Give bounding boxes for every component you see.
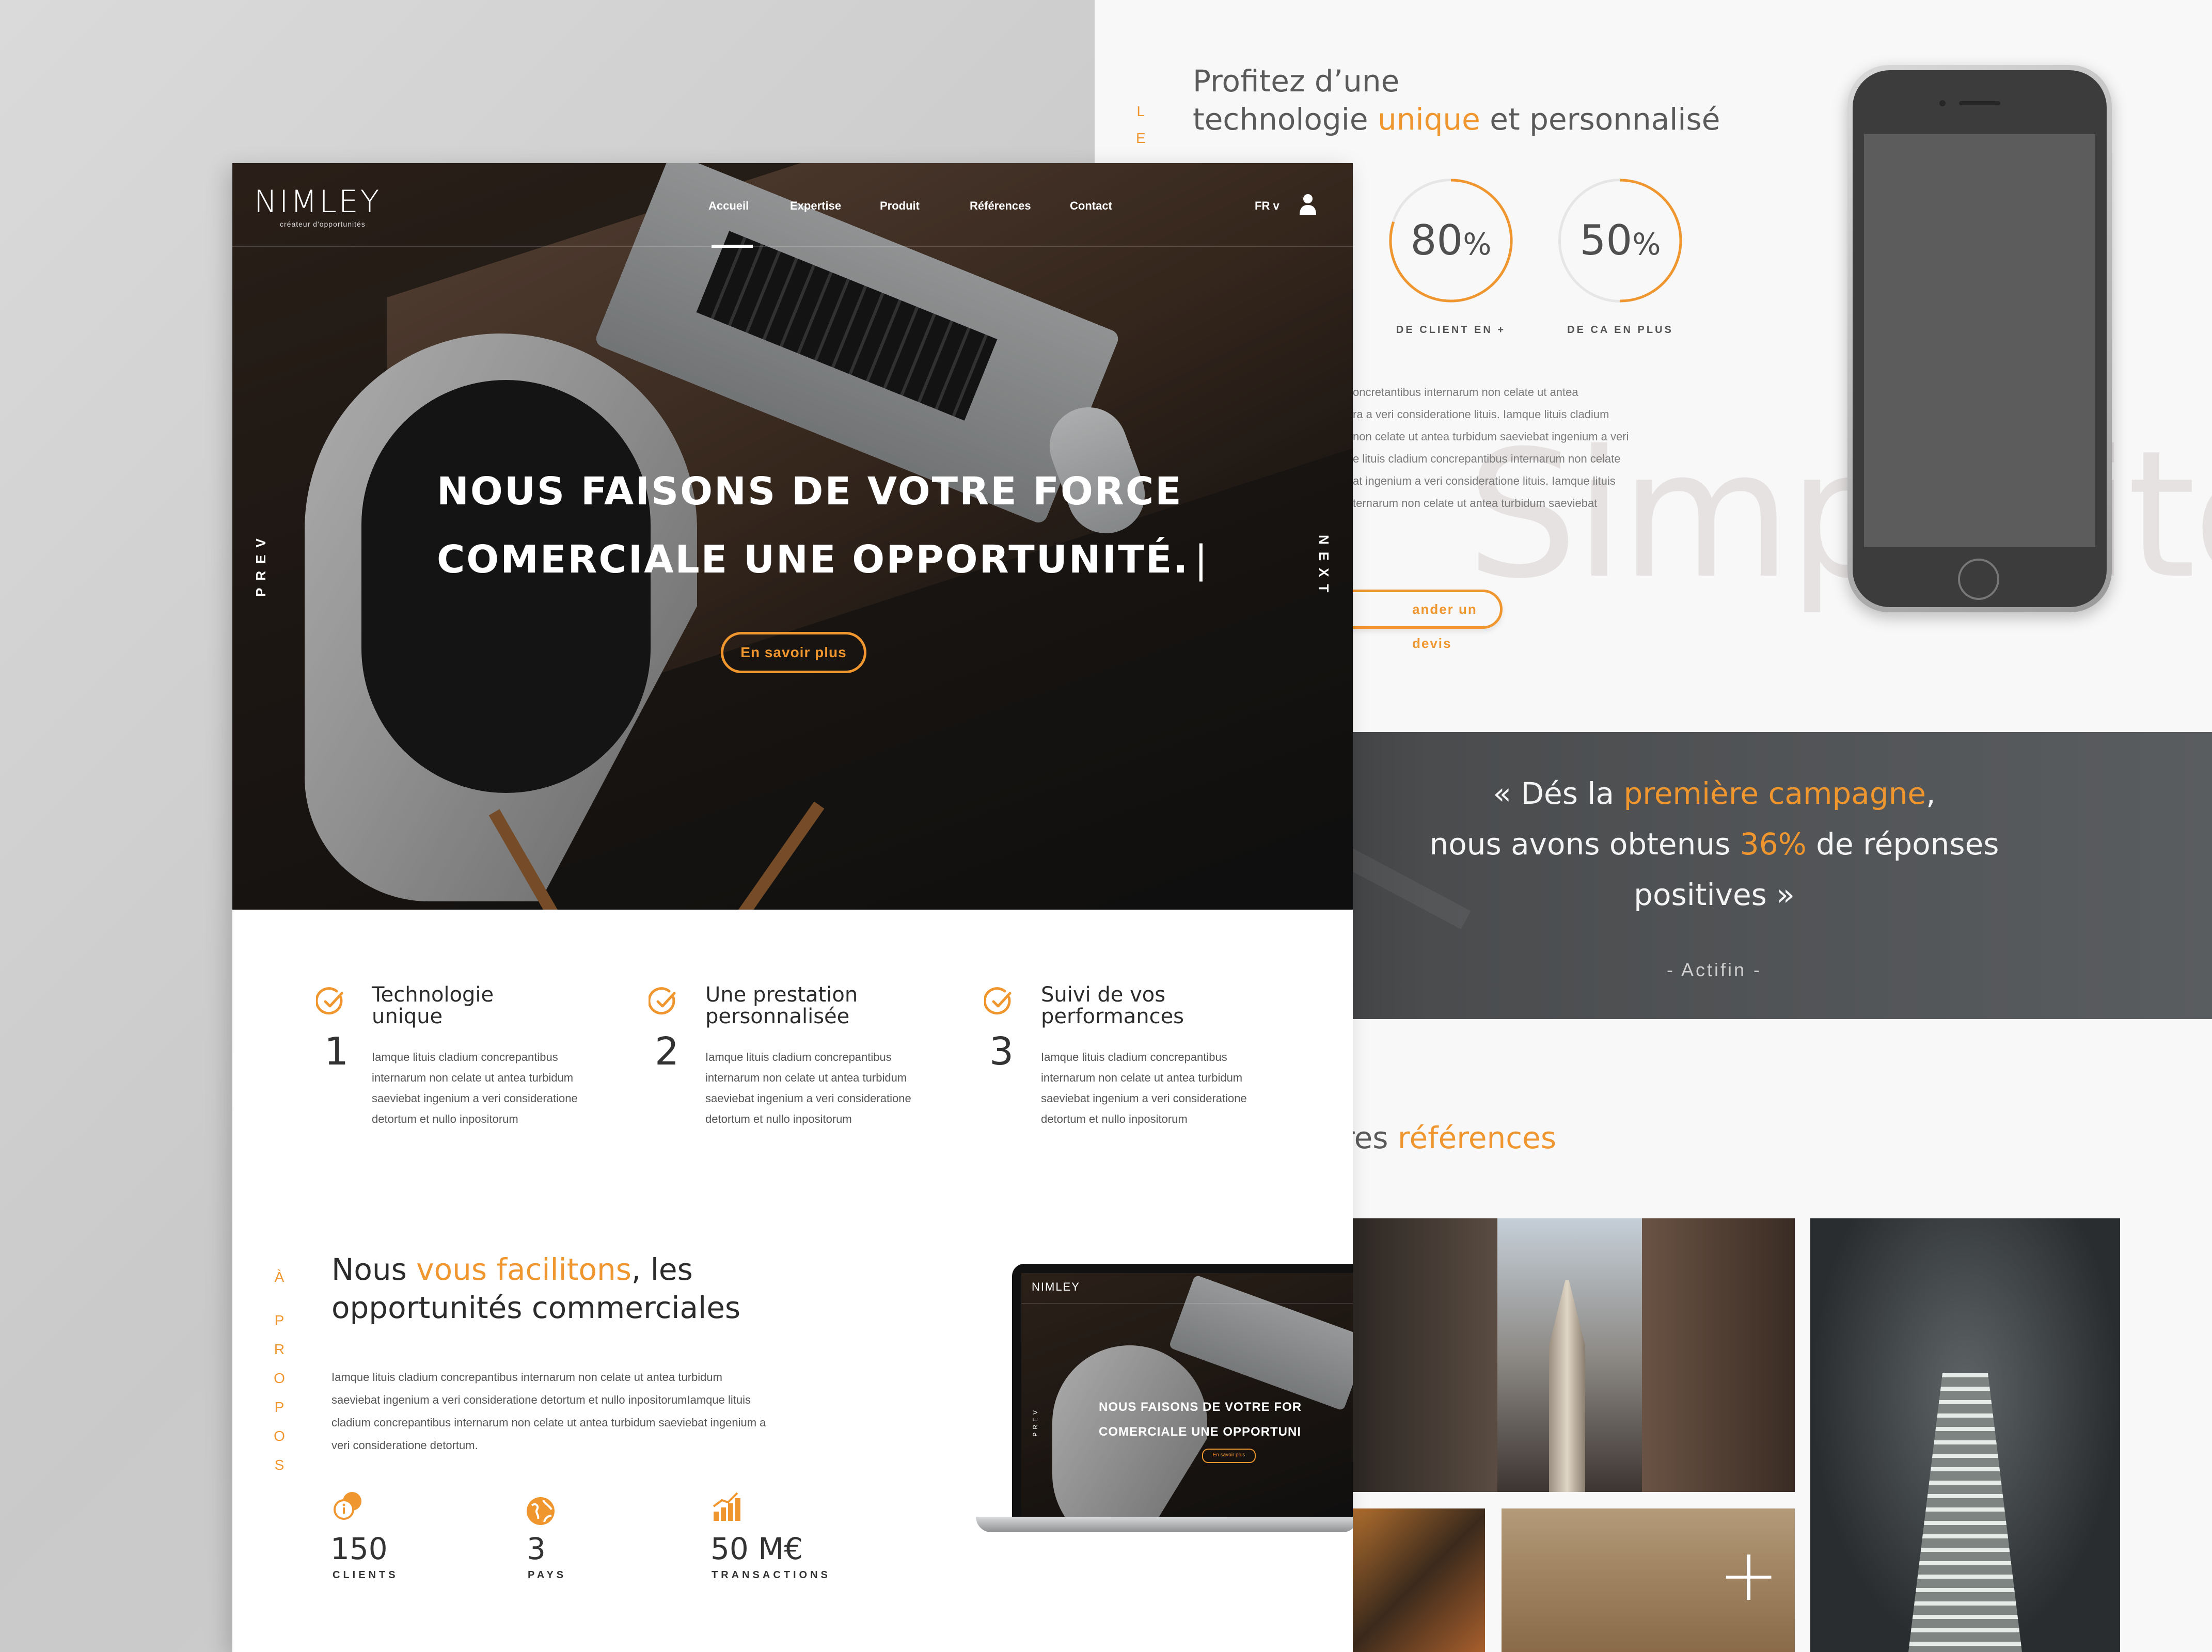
stat-circle-revenue: 50%: [1558, 179, 1682, 303]
mini-logo: NIMLEY: [1032, 1280, 1080, 1293]
learn-more-button[interactable]: En savoir plus: [721, 632, 866, 673]
growth-chart-icon: [713, 1492, 740, 1521]
mini-hero-line1: NOUS FAISONS DE VOTRE FOR: [1099, 1400, 1302, 1414]
reference-image-building[interactable]: +: [1502, 1508, 1795, 1652]
logo-tagline: créateur d'opportunités: [280, 220, 366, 228]
phone-mockup: [1847, 65, 2112, 612]
nav-divider: [232, 246, 1353, 247]
nav-item-produit[interactable]: Produit: [880, 199, 920, 213]
check-circle-icon: [984, 987, 1012, 1015]
stat-label: CLIENTS: [333, 1569, 399, 1581]
reference-image-fence[interactable]: [1353, 1508, 1485, 1652]
stat-label-clients: DE CLIENT EN +: [1396, 324, 1506, 336]
front-page-mockup: NIMLEY créateur d'opportunités Accueil E…: [232, 163, 1353, 1652]
check-circle-icon: [316, 987, 343, 1015]
camera-icon: [1939, 100, 1946, 106]
laptop-screen: NIMLEY NOUS FAISONS DE VOTRE FOR COMERCI…: [1012, 1264, 1353, 1517]
hero-section: NIMLEY créateur d'opportunités Accueil E…: [232, 163, 1353, 910]
feature-number: 2: [655, 1029, 680, 1074]
mini-cta: En savoir plus: [1202, 1449, 1256, 1463]
section-side-label: L E: [1136, 103, 1147, 146]
logo[interactable]: NIMLEY: [254, 184, 381, 220]
stat-circle-clients: 80%: [1389, 179, 1513, 303]
feature-number: 3: [989, 1029, 1014, 1074]
nav-item-references[interactable]: Références: [970, 199, 1031, 213]
stat-label: PAYS: [528, 1569, 567, 1581]
stat-number: 50 M€: [710, 1531, 803, 1566]
feature-title: Suivi de vos performances: [1041, 983, 1184, 1028]
stats-description: oncretantibus internarum non celate ut a…: [1353, 386, 1629, 510]
feature-description: Iamque lituis cladium concrepantibus int…: [705, 1051, 911, 1125]
stat-label: TRANSACTIONS: [712, 1569, 831, 1581]
plus-icon[interactable]: +: [1718, 1539, 1779, 1612]
references-title: res références: [1342, 1120, 1557, 1155]
feature-title: Une prestation personnalisée: [705, 983, 858, 1028]
user-icon[interactable]: [1299, 193, 1317, 216]
apropos-side-label: À P R O P O S: [274, 1269, 286, 1473]
globe-icon: [527, 1497, 555, 1525]
nav-item-accueil[interactable]: Accueil: [708, 199, 749, 213]
skyscraper: [1549, 1280, 1585, 1492]
mini-hero-line2: COMERCIALE UNE OPPORTUNI: [1099, 1425, 1302, 1439]
feature-number: 1: [324, 1029, 349, 1074]
reference-image-stairs[interactable]: [1810, 1218, 2120, 1652]
about-title: Nous vous facilitons, les opportunités c…: [331, 1252, 741, 1325]
home-button: [1958, 559, 1999, 600]
nav-active-indicator: [712, 245, 753, 248]
technology-title: Profitez d’une technologie unique et per…: [1193, 63, 1720, 137]
laptop-mockup: NIMLEY NOUS FAISONS DE VOTRE FOR COMERCI…: [976, 1264, 1353, 1532]
hero-headline: NOUS FAISONS DE VOTRE FORCE COMERCIALE U…: [437, 469, 1209, 582]
speaker-grille: [1959, 101, 2000, 105]
nav-item-expertise[interactable]: Expertise: [790, 199, 841, 213]
stat-number: 150: [330, 1531, 388, 1566]
testimonial-quote: « Dés la première campagne, nous avons o…: [1429, 776, 1999, 912]
text-cursor: |: [1194, 537, 1209, 582]
feature-description: Iamque lituis cladium concrepantibus int…: [1041, 1051, 1247, 1125]
laptop-base: [976, 1517, 1353, 1532]
slider-next-button[interactable]: NEXT: [1316, 535, 1332, 599]
reference-image-city[interactable]: [1353, 1218, 1795, 1492]
mini-prev: PREV: [1032, 1407, 1039, 1437]
slider-prev-button[interactable]: PREV: [253, 531, 269, 597]
phone-screen: [1864, 134, 2095, 547]
feature-description: Iamque lituis cladium concrepantibus int…: [372, 1051, 578, 1125]
nav-item-contact[interactable]: Contact: [1070, 199, 1112, 213]
chat-info-icon: [334, 1492, 361, 1520]
check-circle-icon: [649, 987, 676, 1015]
about-description: Iamque lituis cladium concrepantibus int…: [331, 1371, 766, 1452]
stat-label-revenue: DE CA EN PLUS: [1567, 324, 1673, 336]
feature-title: Technologie unique: [372, 983, 494, 1028]
language-selector[interactable]: FR v: [1255, 199, 1279, 213]
testimonial-author: - Actifin -: [1666, 959, 1762, 980]
stat-number: 3: [527, 1531, 546, 1566]
